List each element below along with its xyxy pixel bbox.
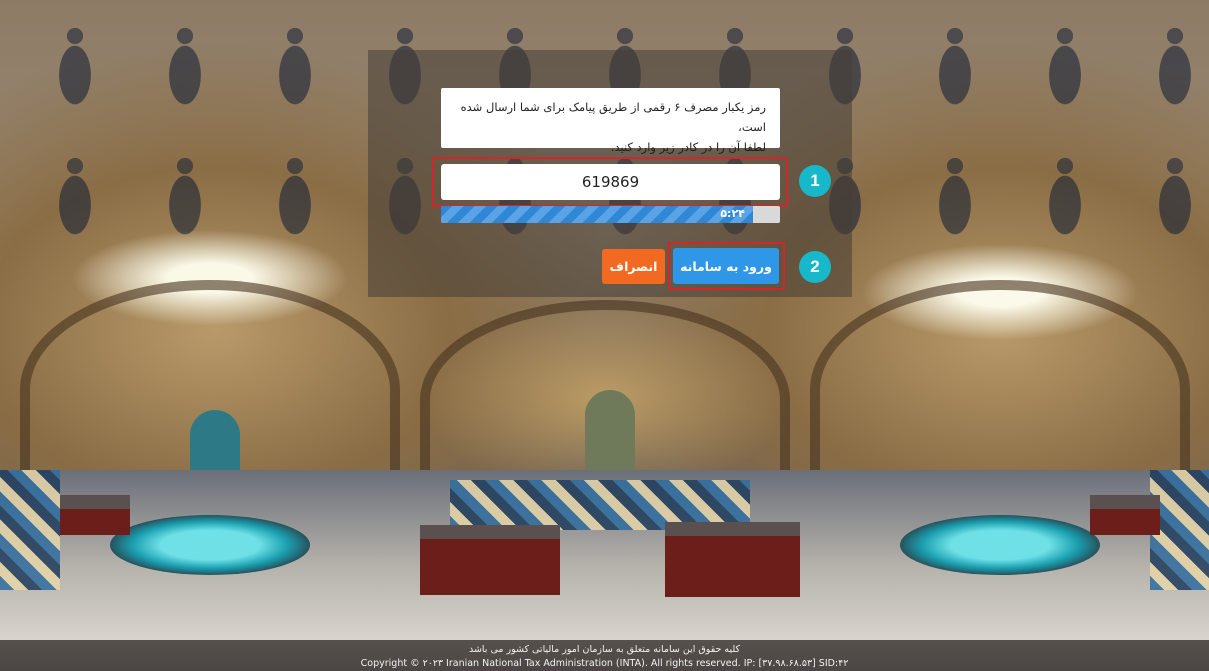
step-badge-2: 2 [799, 251, 831, 283]
instructions-line-2: لطفا آن را در کادر زیر وارد کنید. [610, 140, 766, 154]
bench-right [1090, 495, 1160, 535]
bench-center-right [665, 522, 800, 597]
window-center [585, 390, 635, 470]
otp-timer-bar: ۵:۲۴ [441, 206, 780, 223]
footer-copyright: Copyright © ۲۰۲۳ Iranian National Tax Ad… [360, 658, 849, 669]
otp-instructions: رمز یکبار مصرف ۶ رقمی از طریق پیامک برای… [441, 88, 780, 154]
footer-rights: کلیه حقوق این سامانه متعلق به سازمان امو… [468, 644, 741, 655]
otp-input[interactable] [441, 164, 780, 200]
login-button[interactable]: ورود به سامانه [673, 248, 779, 284]
otp-timer-fill: ۵:۲۴ [441, 206, 753, 223]
bench-left [60, 495, 130, 535]
otp-timer-text: ۵:۲۴ [720, 207, 745, 220]
cancel-button[interactable]: انصراف [602, 249, 665, 284]
arch-right [810, 280, 1190, 500]
tiles-left [0, 470, 60, 590]
bench-center-left [420, 525, 560, 595]
instructions-line-1: رمز یکبار مصرف ۶ رقمی از طریق پیامک برای… [460, 100, 766, 134]
pool-right [900, 515, 1100, 575]
footer: کلیه حقوق این سامانه متعلق به سازمان امو… [0, 640, 1209, 671]
step-badge-1: 1 [799, 165, 831, 197]
pool-left [110, 515, 310, 575]
